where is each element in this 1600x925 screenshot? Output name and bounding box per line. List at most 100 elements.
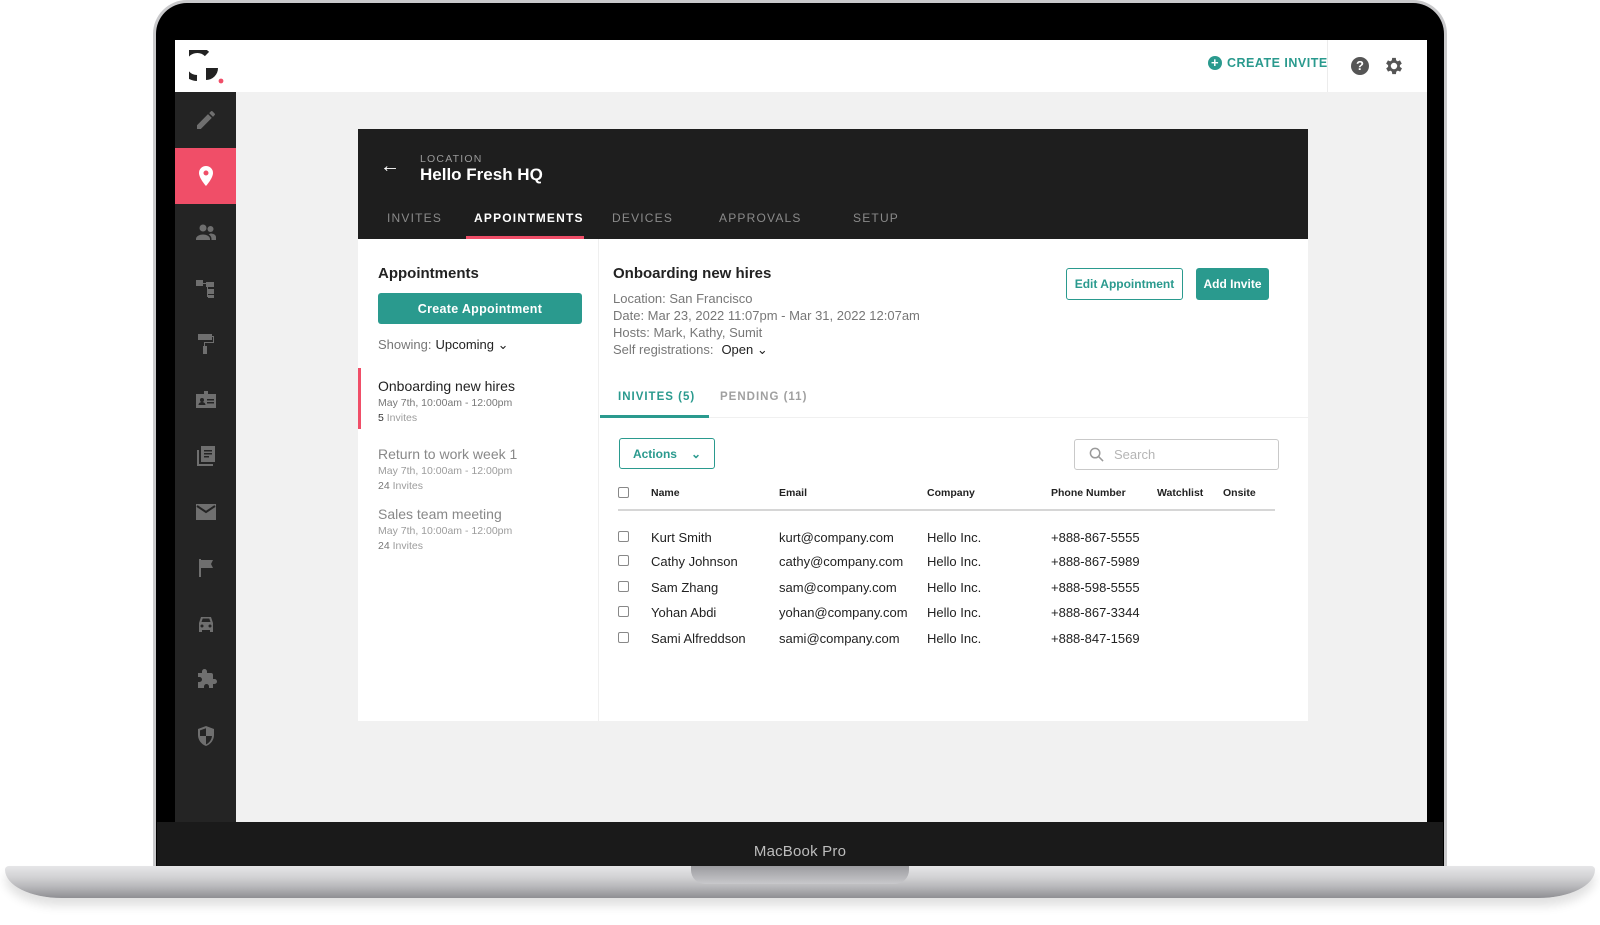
invites-table: Name Email Company Phone Number Watchlis… bbox=[618, 485, 1275, 651]
invite-tabs: INIVITES (5) PENDING (11) bbox=[600, 379, 1308, 418]
column-header-email[interactable]: Email bbox=[779, 485, 927, 511]
cell-name: Yohan Abdi bbox=[651, 605, 717, 621]
table-row[interactable]: Sami Alfreddson sami@company.com Hello I… bbox=[618, 626, 1275, 652]
nav-item-branding[interactable] bbox=[175, 316, 236, 372]
table-row[interactable]: Kurt Smith kurt@company.com Hello Inc. +… bbox=[618, 510, 1275, 549]
cell-phone: +888-867-3344 bbox=[1051, 605, 1140, 621]
detail-hosts: Hosts: Mark, Kathy, Sumit bbox=[613, 325, 763, 340]
location-pin-icon bbox=[198, 166, 213, 186]
appointment-invite-count: 5 Invites bbox=[378, 412, 418, 424]
self-registrations-dropdown[interactable]: Open ⌄ bbox=[721, 342, 767, 357]
row-checkbox[interactable] bbox=[618, 606, 629, 618]
tab-invites-count[interactable]: INIVITES (5) bbox=[618, 391, 695, 403]
cell-onsite bbox=[1223, 510, 1275, 549]
help-icon[interactable]: ? bbox=[1351, 57, 1369, 75]
nav-item-flags[interactable] bbox=[175, 540, 236, 596]
search-input[interactable] bbox=[1114, 447, 1264, 462]
cell-email: sam@company.com bbox=[779, 579, 897, 595]
cell-watchlist bbox=[1157, 575, 1223, 601]
column-header-watchlist[interactable]: Watchlist bbox=[1157, 485, 1223, 511]
create-appointment-button[interactable]: Create Appointment bbox=[378, 293, 582, 324]
showing-label: Showing: bbox=[378, 337, 432, 352]
tab-pending-count[interactable]: PENDING (11) bbox=[720, 391, 807, 403]
cell-company: Hello Inc. bbox=[927, 605, 982, 621]
table-row[interactable]: Yohan Abdi yohan@company.com Hello Inc. … bbox=[618, 600, 1275, 626]
nav-item-integrations[interactable] bbox=[175, 652, 236, 708]
appointment-time: May 7th, 10:00am - 12:00pm bbox=[378, 525, 513, 537]
detail-self-registrations: Self registrations: Open ⌄ bbox=[613, 342, 768, 357]
cell-name: Cathy Johnson bbox=[651, 554, 738, 570]
actions-label: Actions bbox=[632, 446, 677, 461]
nav-item-locations[interactable] bbox=[175, 148, 236, 204]
appointment-item[interactable]: Onboarding new hires May 7th, 10:00am - … bbox=[378, 378, 588, 424]
tab-invites[interactable]: INVITES bbox=[387, 211, 442, 225]
table-row[interactable]: Sam Zhang sam@company.com Hello Inc. +88… bbox=[618, 575, 1275, 601]
cell-company: Hello Inc. bbox=[927, 554, 982, 570]
row-checkbox[interactable] bbox=[618, 580, 629, 592]
back-arrow-icon[interactable]: ← bbox=[380, 155, 400, 178]
location-tabs: INVITES APPOINTMENTS DEVICES APPROVALS S… bbox=[358, 199, 1308, 239]
column-header-onsite[interactable]: Onsite bbox=[1223, 485, 1275, 511]
select-all-checkbox[interactable] bbox=[618, 487, 629, 498]
table-row[interactable]: Cathy Johnson cathy@company.com Hello In… bbox=[618, 549, 1275, 575]
cell-email: sami@company.com bbox=[779, 630, 900, 646]
search-box bbox=[1074, 439, 1279, 470]
row-checkbox[interactable] bbox=[618, 530, 629, 542]
edit-appointment-button[interactable]: Edit Appointment bbox=[1066, 268, 1183, 300]
topbar-divider bbox=[1327, 40, 1328, 92]
cell-watchlist bbox=[1157, 600, 1223, 626]
nav-item-hierarchy[interactable] bbox=[175, 260, 236, 316]
side-nav bbox=[175, 92, 236, 822]
nav-item-documents[interactable] bbox=[175, 428, 236, 484]
row-checkbox[interactable] bbox=[618, 631, 629, 643]
chevron-down-icon: ⌄ bbox=[497, 337, 509, 352]
create-invite-link[interactable]: + CREATE INVITE bbox=[1208, 56, 1328, 70]
cell-name: Kurt Smith bbox=[651, 529, 712, 545]
nav-item-mail[interactable] bbox=[175, 484, 236, 540]
cell-onsite bbox=[1223, 600, 1275, 626]
app-logo[interactable] bbox=[189, 50, 225, 86]
tab-setup[interactable]: SETUP bbox=[853, 211, 899, 225]
cell-name: Sami Alfreddson bbox=[651, 630, 746, 646]
documents-icon bbox=[196, 446, 215, 466]
plus-circle-icon: + bbox=[1208, 56, 1222, 70]
cell-company: Hello Inc. bbox=[927, 630, 982, 646]
cell-name: Sam Zhang bbox=[651, 579, 719, 595]
appointment-invite-count: 24 Invites bbox=[378, 540, 423, 552]
showing-dropdown[interactable]: Upcoming ⌄ bbox=[435, 337, 508, 352]
appointment-title: Return to work week 1 bbox=[378, 446, 518, 462]
panel-title: Appointments bbox=[378, 265, 479, 282]
puzzle-icon bbox=[197, 669, 217, 688]
top-bar: + CREATE INVITE ? bbox=[175, 40, 1427, 92]
appointments-list-panel: Appointments Create Appointment Showing:… bbox=[358, 239, 599, 721]
appointment-time: May 7th, 10:00am - 12:00pm bbox=[378, 465, 513, 477]
detail-location: Location: San Francisco bbox=[613, 291, 753, 306]
tab-devices[interactable]: DEVICES bbox=[612, 211, 673, 225]
nav-item-parking[interactable] bbox=[175, 596, 236, 652]
gear-icon[interactable] bbox=[1383, 55, 1405, 77]
appointment-invite-count: 24 Invites bbox=[378, 480, 423, 492]
add-invite-button[interactable]: Add Invite bbox=[1196, 268, 1269, 300]
flag-icon bbox=[198, 559, 213, 577]
actions-dropdown[interactable]: Actions ⌄ bbox=[619, 438, 715, 469]
search-icon bbox=[1089, 447, 1104, 462]
cell-email: kurt@company.com bbox=[779, 529, 894, 545]
nav-item-badges[interactable] bbox=[175, 372, 236, 428]
row-checkbox[interactable] bbox=[618, 555, 629, 567]
tab-approvals[interactable]: APPROVALS bbox=[719, 211, 802, 225]
cell-watchlist bbox=[1157, 626, 1223, 652]
id-badge-icon bbox=[195, 391, 216, 408]
appointment-item[interactable]: Sales team meeting May 7th, 10:00am - 12… bbox=[378, 506, 588, 552]
nav-item-security[interactable] bbox=[175, 708, 236, 764]
column-header-company[interactable]: Company bbox=[927, 485, 1051, 511]
appointment-item[interactable]: Return to work week 1 May 7th, 10:00am -… bbox=[378, 446, 588, 492]
column-header-name[interactable]: Name bbox=[651, 485, 779, 511]
tab-appointments[interactable]: APPOINTMENTS bbox=[474, 211, 584, 225]
location-name: Hello Fresh HQ bbox=[420, 165, 543, 184]
nav-item-edit[interactable] bbox=[175, 92, 236, 148]
detail-date: Date: Mar 23, 2022 11:07pm - Mar 31, 202… bbox=[613, 308, 920, 323]
showing-value: Upcoming bbox=[435, 337, 495, 352]
cell-email: cathy@company.com bbox=[779, 554, 904, 570]
column-header-phone[interactable]: Phone Number bbox=[1051, 485, 1157, 511]
nav-item-people[interactable] bbox=[175, 204, 236, 260]
